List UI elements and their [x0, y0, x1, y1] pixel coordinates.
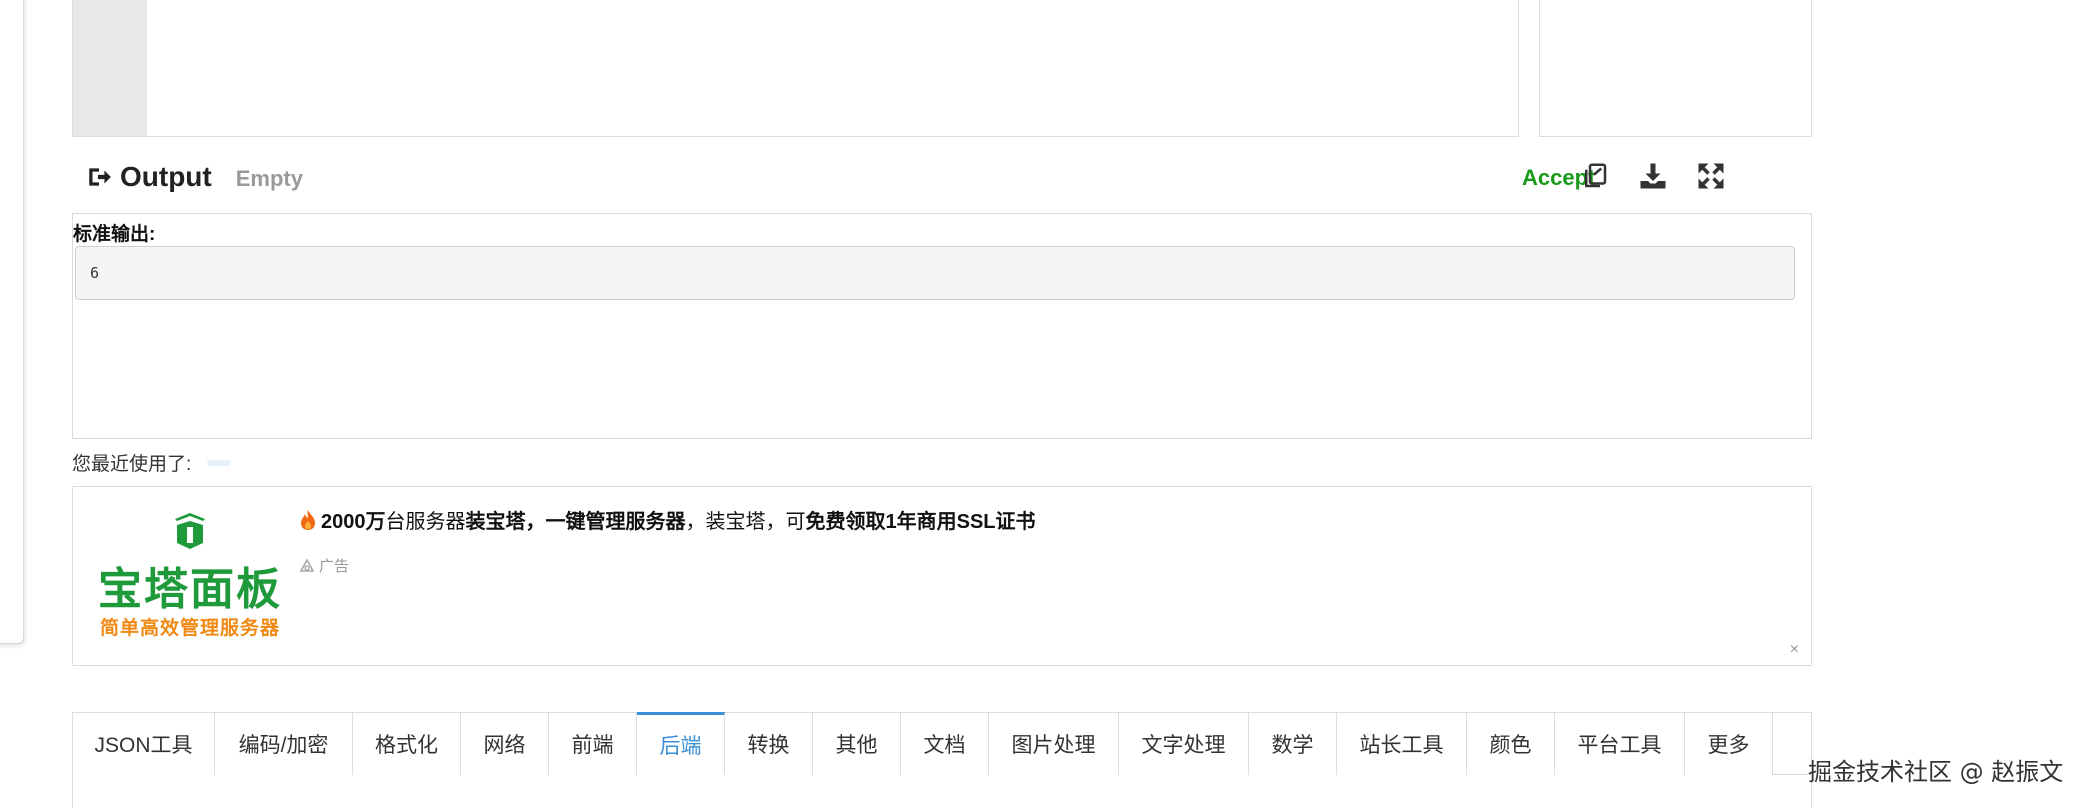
ad-text-part4: ，装宝塔，可 — [685, 511, 806, 533]
ad-headline[interactable]: 2000万 台服务器 装宝塔，一键管理服务器 ，装宝塔，可 免费领取1年商用SS… — [299, 505, 1036, 534]
tab-14[interactable]: 颜色 — [1467, 713, 1555, 775]
left-side-panel-edge — [0, 0, 24, 644]
tab-15[interactable]: 平台工具 — [1555, 713, 1685, 775]
recent-tools: 您最近使用了: — [72, 449, 232, 476]
tab-4[interactable]: 网络 — [461, 713, 549, 775]
watermark: 掘金技术社区 @ 赵振文 — [1808, 758, 2064, 786]
tab-7[interactable]: 转换 — [725, 713, 813, 775]
tab-2[interactable]: 编码/加密 — [215, 713, 353, 775]
ad-text-part1: 2000万 — [321, 511, 386, 533]
ad-text-part3: 装宝塔，一键管理服务器 — [465, 511, 686, 533]
bt-logo-subtitle: 简单高效管理服务器 — [99, 618, 280, 639]
tab-11[interactable]: 文字处理 — [1119, 713, 1249, 775]
ad-close-button[interactable]: × — [1790, 641, 1799, 659]
sign-out-icon — [89, 168, 111, 186]
ad-tag-label: 广告 — [319, 558, 350, 575]
output-header: Output Empty Accept — [72, 155, 1812, 203]
bt-logo-icon — [175, 513, 205, 549]
recent-label: 您最近使用了: — [72, 454, 192, 475]
copy-icon[interactable] — [1580, 161, 1610, 191]
tab-5[interactable]: 前端 — [549, 713, 637, 775]
tab-bar: JSON工具 编码/加密 格式化 网络 前端 后端 转换 其他 文档 图片处理 文字处理 数学 站长工具… — [73, 712, 1811, 775]
tab-12[interactable]: 数学 — [1249, 713, 1337, 775]
recent-chip[interactable] — [207, 459, 232, 466]
tab-16[interactable]: 更多 — [1685, 713, 1773, 775]
code-editor[interactable] — [72, 0, 1519, 137]
output-title-group: Output Empty — [86, 161, 303, 193]
bt-logo-title: 宝塔面板 — [98, 564, 282, 615]
input-side-panel[interactable] — [1539, 0, 1812, 137]
tab-3[interactable]: 格式化 — [353, 713, 461, 775]
stdout-label: 标准输出: — [73, 224, 156, 245]
output-panel: 标准输出: 6 — [72, 213, 1812, 439]
output-state: Empty — [235, 166, 303, 191]
download-icon[interactable] — [1638, 161, 1668, 191]
tab-1[interactable]: JSON工具 — [73, 713, 215, 775]
expand-icon[interactable] — [1696, 161, 1726, 191]
bt-logo[interactable]: 宝塔面板 简单高效管理服务器 — [95, 507, 285, 647]
tool-categories: JSON工具 编码/加密 格式化 网络 前端 后端 转换 其他 文档 图片处理 文字处理 数学 站长工具… — [72, 712, 1812, 808]
ad-tag: 广告 — [299, 555, 349, 576]
fire-icon — [301, 509, 315, 530]
tab-6[interactable]: 后端 — [637, 712, 725, 775]
ad-tag-icon — [299, 557, 315, 572]
page-root: Output Empty Accept 标准输出: 6 您最近使用了: 宝塔面板… — [0, 0, 2094, 808]
stdout-value[interactable]: 6 — [75, 246, 1795, 300]
editor-gutter — [73, 0, 147, 136]
tab-13[interactable]: 站长工具 — [1337, 713, 1467, 775]
ad-text-part2: 台服务器 — [385, 511, 466, 533]
ad-banner[interactable]: 宝塔面板 简单高效管理服务器 2000万 台服务器 装宝塔，一键管理服务器 ，装… — [72, 486, 1812, 666]
tab-10[interactable]: 图片处理 — [989, 713, 1119, 775]
tab-8[interactable]: 其他 — [813, 713, 901, 775]
output-title: Output — [120, 161, 212, 192]
ad-text-part5: 免费领取1年商用SSL证书 — [805, 511, 1036, 533]
tab-9[interactable]: 文档 — [901, 713, 989, 775]
